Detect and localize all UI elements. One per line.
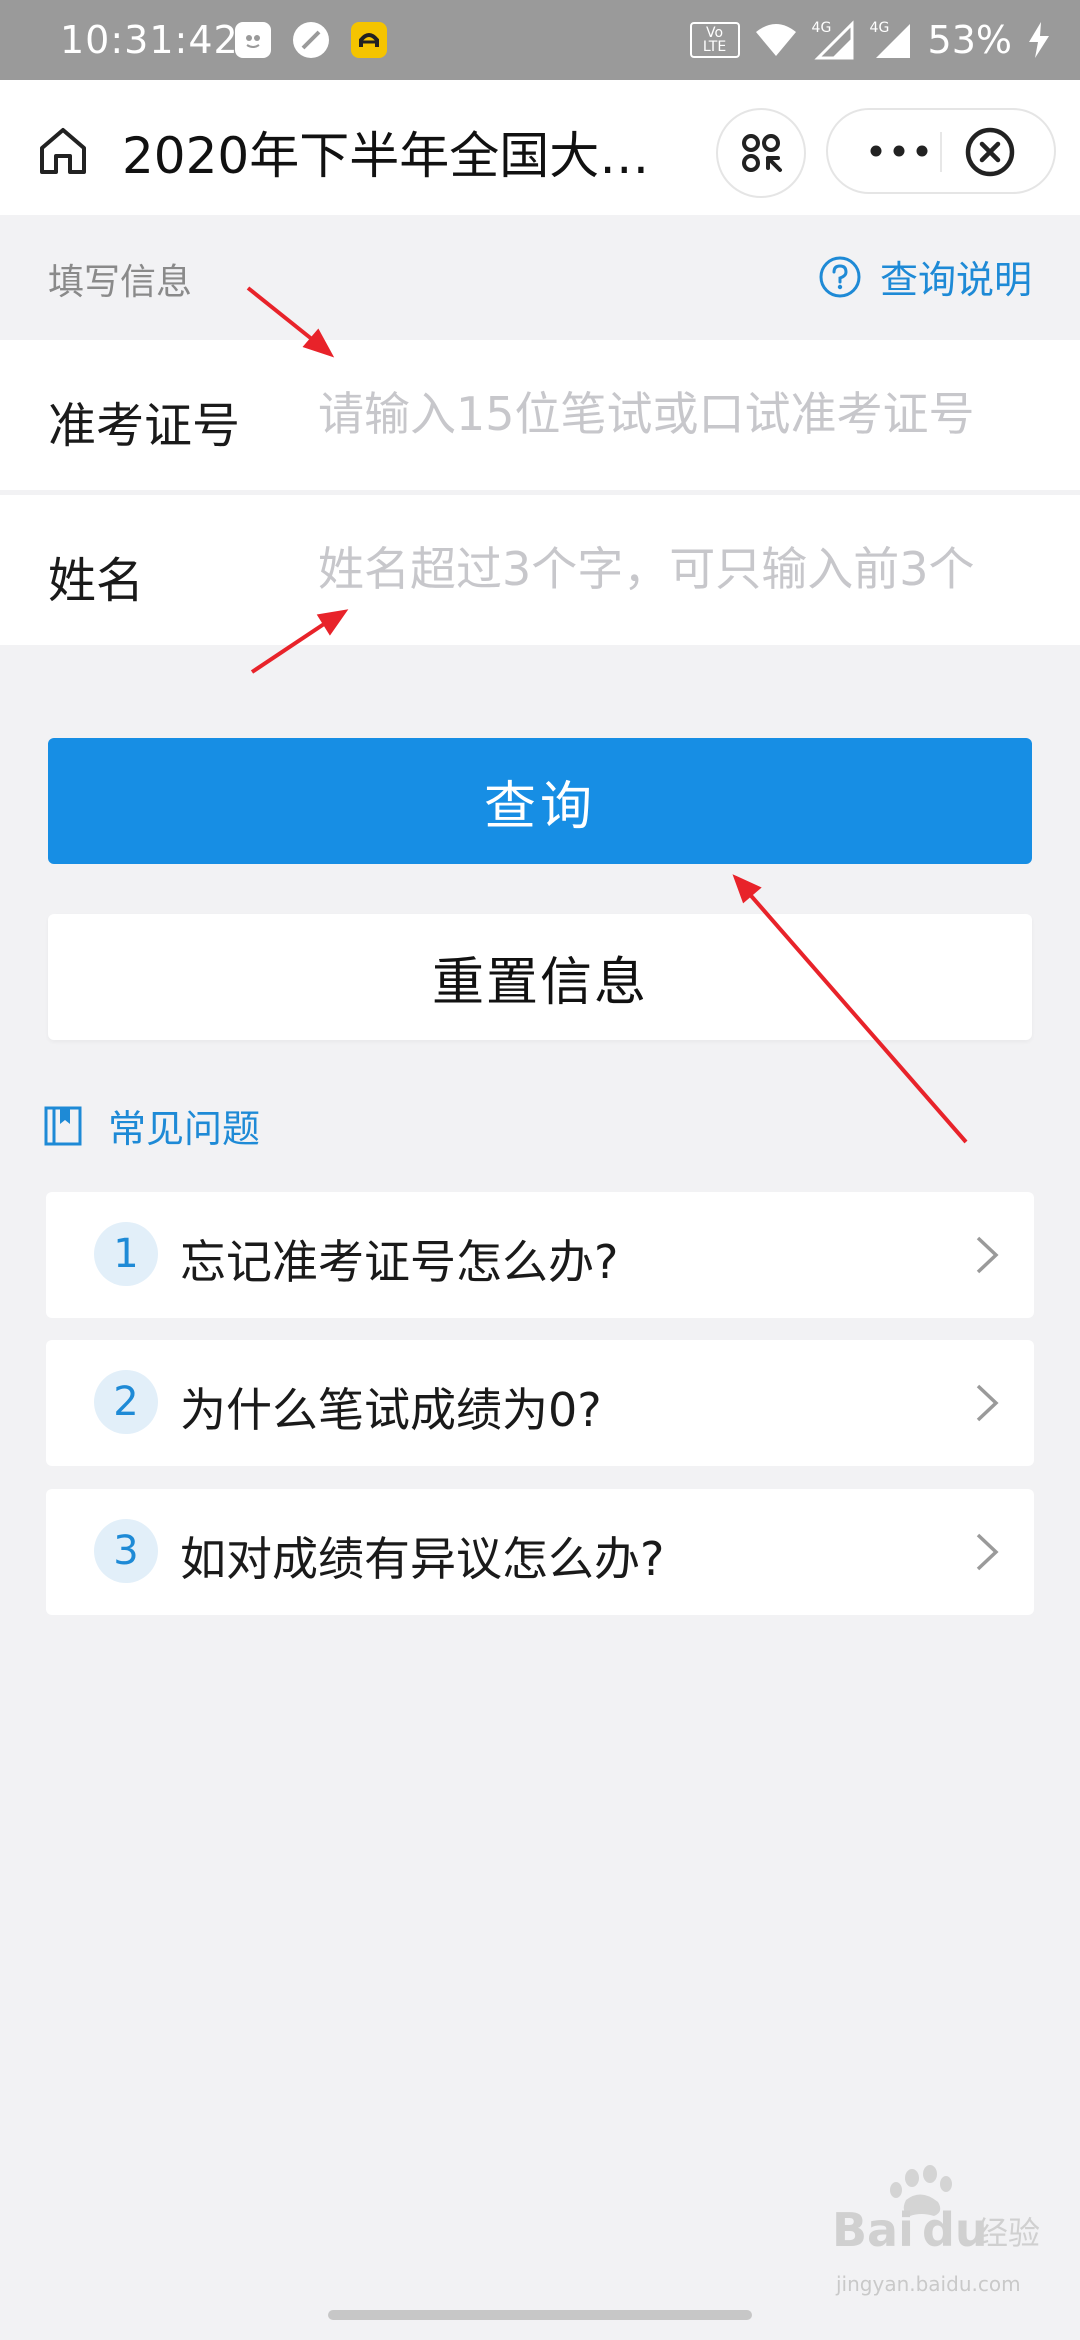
bookmark-book-icon	[44, 1106, 82, 1145]
chevron-right-icon	[976, 1533, 999, 1571]
scan-icon	[742, 134, 782, 172]
faq-question: 如对成绩有异议怎么办?	[180, 1532, 665, 1586]
watermark-url: jingyan.baidu.com	[836, 2272, 1021, 2296]
faq-number-badge: 1	[94, 1222, 158, 1286]
signal-4g-1-icon: 4G	[812, 20, 856, 60]
ticket-number-input[interactable]	[318, 376, 1038, 452]
capsule-divider	[940, 132, 942, 172]
form-section-header: 填写信息 查询说明	[0, 215, 1080, 340]
volte-icon: Vo LTE	[689, 22, 740, 58]
faq-header: 常见问题	[44, 1098, 260, 1153]
query-button[interactable]: 查询	[48, 738, 1032, 864]
wifi-icon	[755, 24, 796, 56]
faq-item[interactable]: 1 忘记准考证号怎么办?	[46, 1192, 1034, 1318]
mini-program-navbar: 2020年下半年全国大…	[0, 80, 1080, 215]
ticket-number-label: 准考证号	[48, 398, 241, 454]
faq-number-badge: 3	[94, 1519, 158, 1583]
charging-icon	[1029, 22, 1049, 58]
faq-item[interactable]: 2 为什么笔试成绩为0?	[46, 1340, 1034, 1466]
car-app-icon	[351, 22, 387, 58]
svg-text:Bai: Bai	[832, 2203, 914, 2257]
close-icon[interactable]	[958, 120, 1022, 184]
faq-question: 为什么笔试成绩为0?	[180, 1383, 602, 1437]
notification-icons	[235, 22, 387, 58]
name-row: 姓名	[0, 495, 1080, 645]
query-help-link[interactable]: 查询说明	[818, 249, 1032, 304]
faq-title: 常见问题	[108, 1107, 261, 1151]
more-icon[interactable]	[864, 134, 934, 168]
home-indicator[interactable]	[328, 2310, 752, 2320]
signal-4g-2-icon: 4G	[870, 20, 914, 60]
faq-number-badge: 2	[94, 1370, 158, 1434]
status-bar: 10:31:42 Vo LTE 4G 4G 53%	[0, 0, 1080, 80]
faq-question: 忘记准考证号怎么办?	[180, 1235, 619, 1289]
svg-text:经验: 经验	[976, 2214, 1040, 2252]
system-indicators: Vo LTE 4G 4G 53%	[689, 18, 1052, 62]
section-label: 填写信息	[48, 262, 193, 303]
status-time: 10:31:42	[60, 18, 239, 62]
faq-item[interactable]: 3 如对成绩有异议怎么办?	[46, 1489, 1034, 1615]
ticket-number-row: 准考证号	[0, 340, 1080, 490]
battery-percent: 53%	[927, 18, 1012, 62]
name-label: 姓名	[48, 553, 145, 609]
reset-button[interactable]: 重置信息	[48, 914, 1032, 1040]
name-input[interactable]	[318, 531, 1038, 607]
query-help-label: 查询说明	[879, 258, 1032, 302]
capsule-menu	[826, 108, 1056, 194]
home-icon[interactable]	[36, 124, 90, 178]
chevron-right-icon	[976, 1384, 999, 1422]
page-title: 2020年下半年全国大…	[122, 127, 650, 185]
question-icon	[819, 256, 861, 297]
no-disturb-icon	[293, 22, 329, 58]
baidu-jingyan-watermark-logo: Bai du 经验	[832, 2165, 1040, 2257]
app-notification-icon	[235, 22, 271, 58]
scan-button[interactable]	[716, 108, 806, 198]
chevron-right-icon	[976, 1236, 999, 1274]
